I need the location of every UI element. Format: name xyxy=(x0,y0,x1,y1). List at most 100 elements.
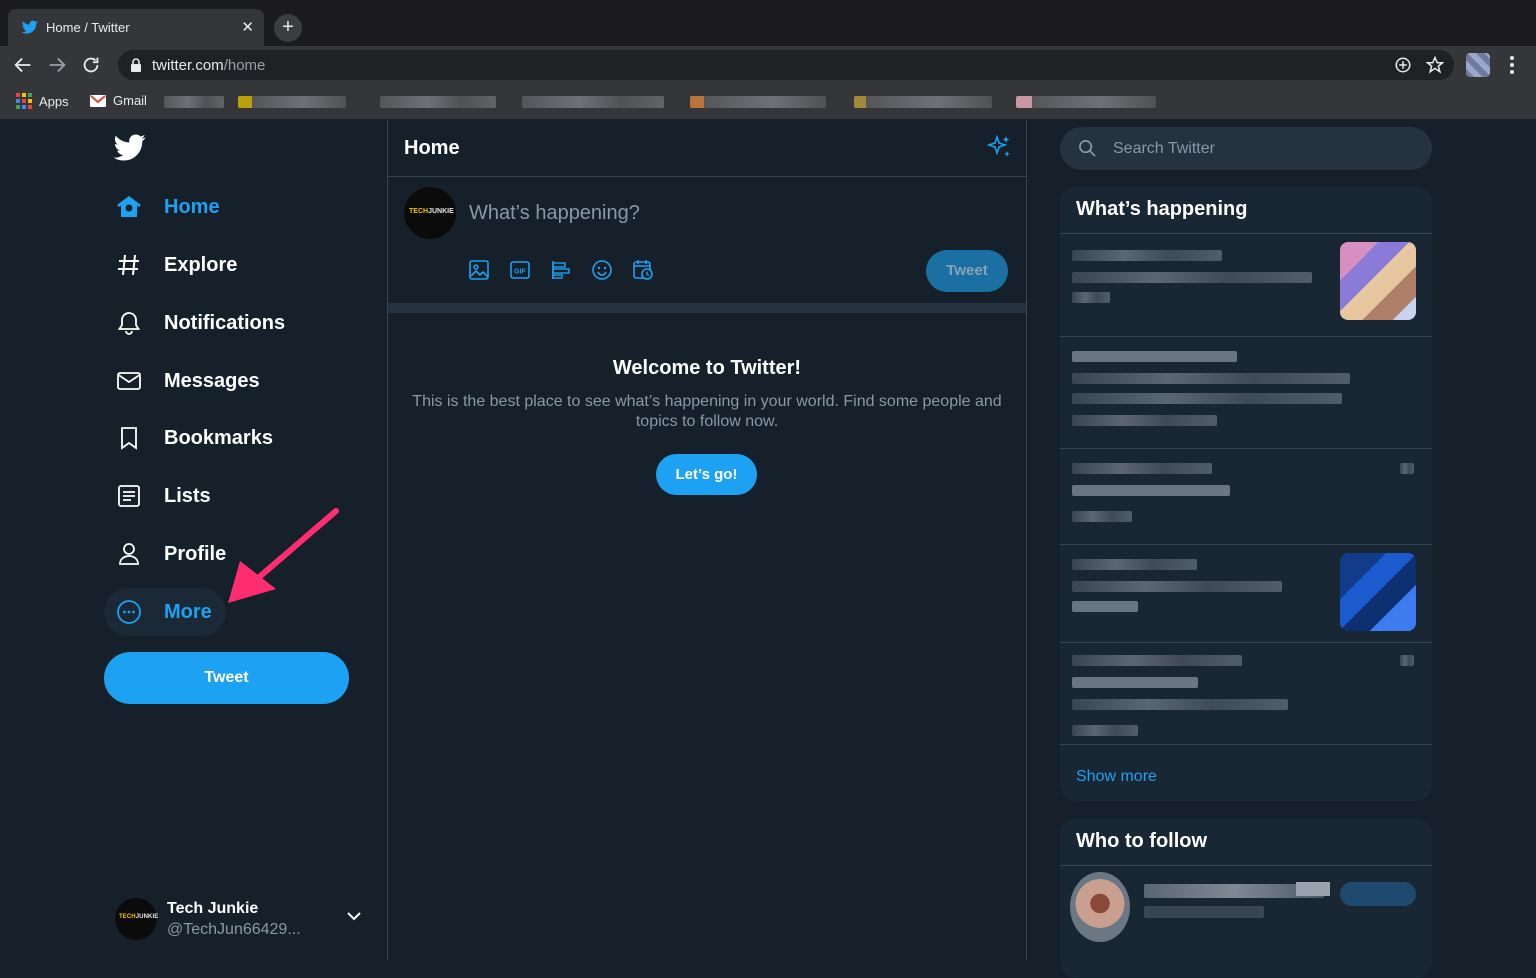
address-bar[interactable]: twitter.com/home xyxy=(118,50,1454,80)
whats-happening-panel: What’s happening Show more xyxy=(1060,186,1432,801)
panel-title: Who to follow xyxy=(1060,818,1432,866)
bookmark-label: Gmail xyxy=(113,93,147,108)
trend-thumbnail xyxy=(1340,242,1416,320)
nav-item-messages[interactable]: Messages xyxy=(104,357,274,405)
bookmark-apps[interactable]: Apps xyxy=(16,93,69,109)
sparkle-icon[interactable] xyxy=(986,134,1012,160)
blurred-bookmark[interactable] xyxy=(164,96,224,108)
blurred-bookmark[interactable] xyxy=(854,96,992,108)
apps-grid-icon xyxy=(16,93,32,109)
compose-input[interactable]: What’s happening? xyxy=(469,202,640,225)
nav-label: More xyxy=(164,600,212,623)
trend-item[interactable] xyxy=(1060,337,1432,449)
follow-suggestion[interactable] xyxy=(1060,866,1432,956)
panel-title: What’s happening xyxy=(1060,186,1432,234)
show-more-link[interactable]: Show more xyxy=(1060,745,1432,801)
blurred-bookmark[interactable] xyxy=(1016,96,1156,108)
chevron-down-icon[interactable] xyxy=(346,910,362,922)
search-icon xyxy=(1079,140,1096,157)
browser-toolbar: twitter.com/home xyxy=(0,46,1536,84)
divider xyxy=(388,303,1026,313)
browser-tab-bar: Home / Twitter ✕ + xyxy=(0,0,1536,46)
svg-text:GIF: GIF xyxy=(514,269,526,276)
avatar-logo-text: TECHJUNKIE xyxy=(119,914,159,920)
blurred-bookmark[interactable] xyxy=(522,96,664,108)
nav-item-notifications[interactable]: Notifications xyxy=(104,299,299,347)
url-text: twitter.com/home xyxy=(152,57,266,74)
bell-icon xyxy=(117,312,141,335)
trend-item[interactable] xyxy=(1060,234,1432,337)
new-tab-button[interactable]: + xyxy=(274,14,302,42)
blurred-bookmark[interactable] xyxy=(690,96,826,108)
gmail-icon xyxy=(90,94,106,107)
right-sidebar: Search Twitter What’s happening Show mor… xyxy=(1027,120,1536,978)
forward-arrow-icon[interactable] xyxy=(46,54,68,76)
nav-item-lists[interactable]: Lists xyxy=(104,472,225,520)
back-arrow-icon[interactable] xyxy=(12,54,34,76)
trend-item[interactable] xyxy=(1060,449,1432,545)
search-placeholder: Search Twitter xyxy=(1113,140,1215,157)
nav-item-explore[interactable]: Explore xyxy=(104,241,251,289)
page-title: Home xyxy=(404,137,460,159)
search-input[interactable]: Search Twitter xyxy=(1060,127,1432,170)
avatar[interactable]: TECHJUNKIE xyxy=(404,187,456,239)
nav-label: Notifications xyxy=(164,311,286,334)
account-handle: @TechJun66429... xyxy=(167,921,301,938)
profile-avatar-icon[interactable] xyxy=(1466,53,1490,77)
kebab-menu-icon[interactable] xyxy=(1506,52,1518,78)
reload-icon[interactable] xyxy=(80,54,102,76)
gif-icon[interactable]: GIF xyxy=(509,259,531,281)
avatar: TECHJUNKIE xyxy=(115,898,159,940)
bookmark-icon xyxy=(121,427,137,450)
twitter-favicon-icon xyxy=(22,20,38,34)
tab-title: Home / Twitter xyxy=(46,20,130,35)
nav-item-home[interactable]: Home xyxy=(104,183,234,231)
home-icon xyxy=(117,196,141,217)
schedule-icon[interactable] xyxy=(632,259,654,281)
lock-icon xyxy=(131,58,141,72)
browser-tab[interactable]: Home / Twitter ✕ xyxy=(8,9,264,46)
who-to-follow-panel: Who to follow xyxy=(1060,818,1432,978)
avatar xyxy=(1070,872,1130,942)
blurred-bookmark[interactable] xyxy=(380,96,496,108)
tweet-composer: TECHJUNKIE What’s happening? GIF Tweet xyxy=(388,177,1026,303)
blurred-text xyxy=(1296,882,1330,896)
compose-tweet-button[interactable]: Tweet xyxy=(926,250,1008,292)
account-name: Tech Junkie xyxy=(167,900,259,917)
bookmark-label: Apps xyxy=(39,93,69,109)
account-switcher[interactable]: TECHJUNKIE Tech Junkie @TechJun66429... xyxy=(112,892,372,944)
star-bookmark-icon[interactable] xyxy=(1426,56,1444,74)
follow-button[interactable] xyxy=(1340,882,1416,906)
emoji-icon[interactable] xyxy=(591,259,613,281)
nav-item-more[interactable]: More xyxy=(104,588,226,636)
add-circle-icon[interactable] xyxy=(1394,56,1412,74)
welcome-title: Welcome to Twitter! xyxy=(612,357,802,379)
tweet-button[interactable]: Tweet xyxy=(104,652,349,704)
trend-item[interactable] xyxy=(1060,545,1432,643)
annotation-arrow-icon xyxy=(228,508,339,603)
welcome-text: This is the best place to see what’s hap… xyxy=(412,393,1002,430)
bookmarks-bar: Apps Gmail xyxy=(0,84,1536,120)
nav-label: Lists xyxy=(164,484,211,507)
blurred-bookmark[interactable] xyxy=(238,96,346,108)
twitter-logo-icon[interactable] xyxy=(114,134,146,162)
envelope-icon xyxy=(117,372,141,390)
twitter-app: Home Explore Notifications Messages Book… xyxy=(0,120,1536,978)
person-icon xyxy=(119,543,139,565)
image-icon[interactable] xyxy=(468,259,490,281)
lets-go-button[interactable]: Let’s go! xyxy=(656,454,757,495)
poll-icon[interactable] xyxy=(550,259,572,281)
timeline-header: Home xyxy=(388,120,1026,177)
hashtag-icon xyxy=(118,254,139,276)
nav-label: Messages xyxy=(164,369,260,392)
nav-label: Bookmarks xyxy=(164,426,273,449)
avatar-logo-text: TECHJUNKIE xyxy=(409,208,454,215)
nav-item-bookmarks[interactable]: Bookmarks xyxy=(104,414,287,462)
more-circle-icon xyxy=(117,600,141,624)
close-tab-icon[interactable]: ✕ xyxy=(241,18,254,36)
composer-toolbar: GIF xyxy=(468,259,654,281)
bookmark-gmail[interactable]: Gmail xyxy=(90,93,147,108)
main-timeline: Home TECHJUNKIE What’s happening? GIF Tw… xyxy=(388,120,1027,960)
nav-label: Home xyxy=(164,195,220,218)
trend-item[interactable] xyxy=(1060,643,1432,745)
